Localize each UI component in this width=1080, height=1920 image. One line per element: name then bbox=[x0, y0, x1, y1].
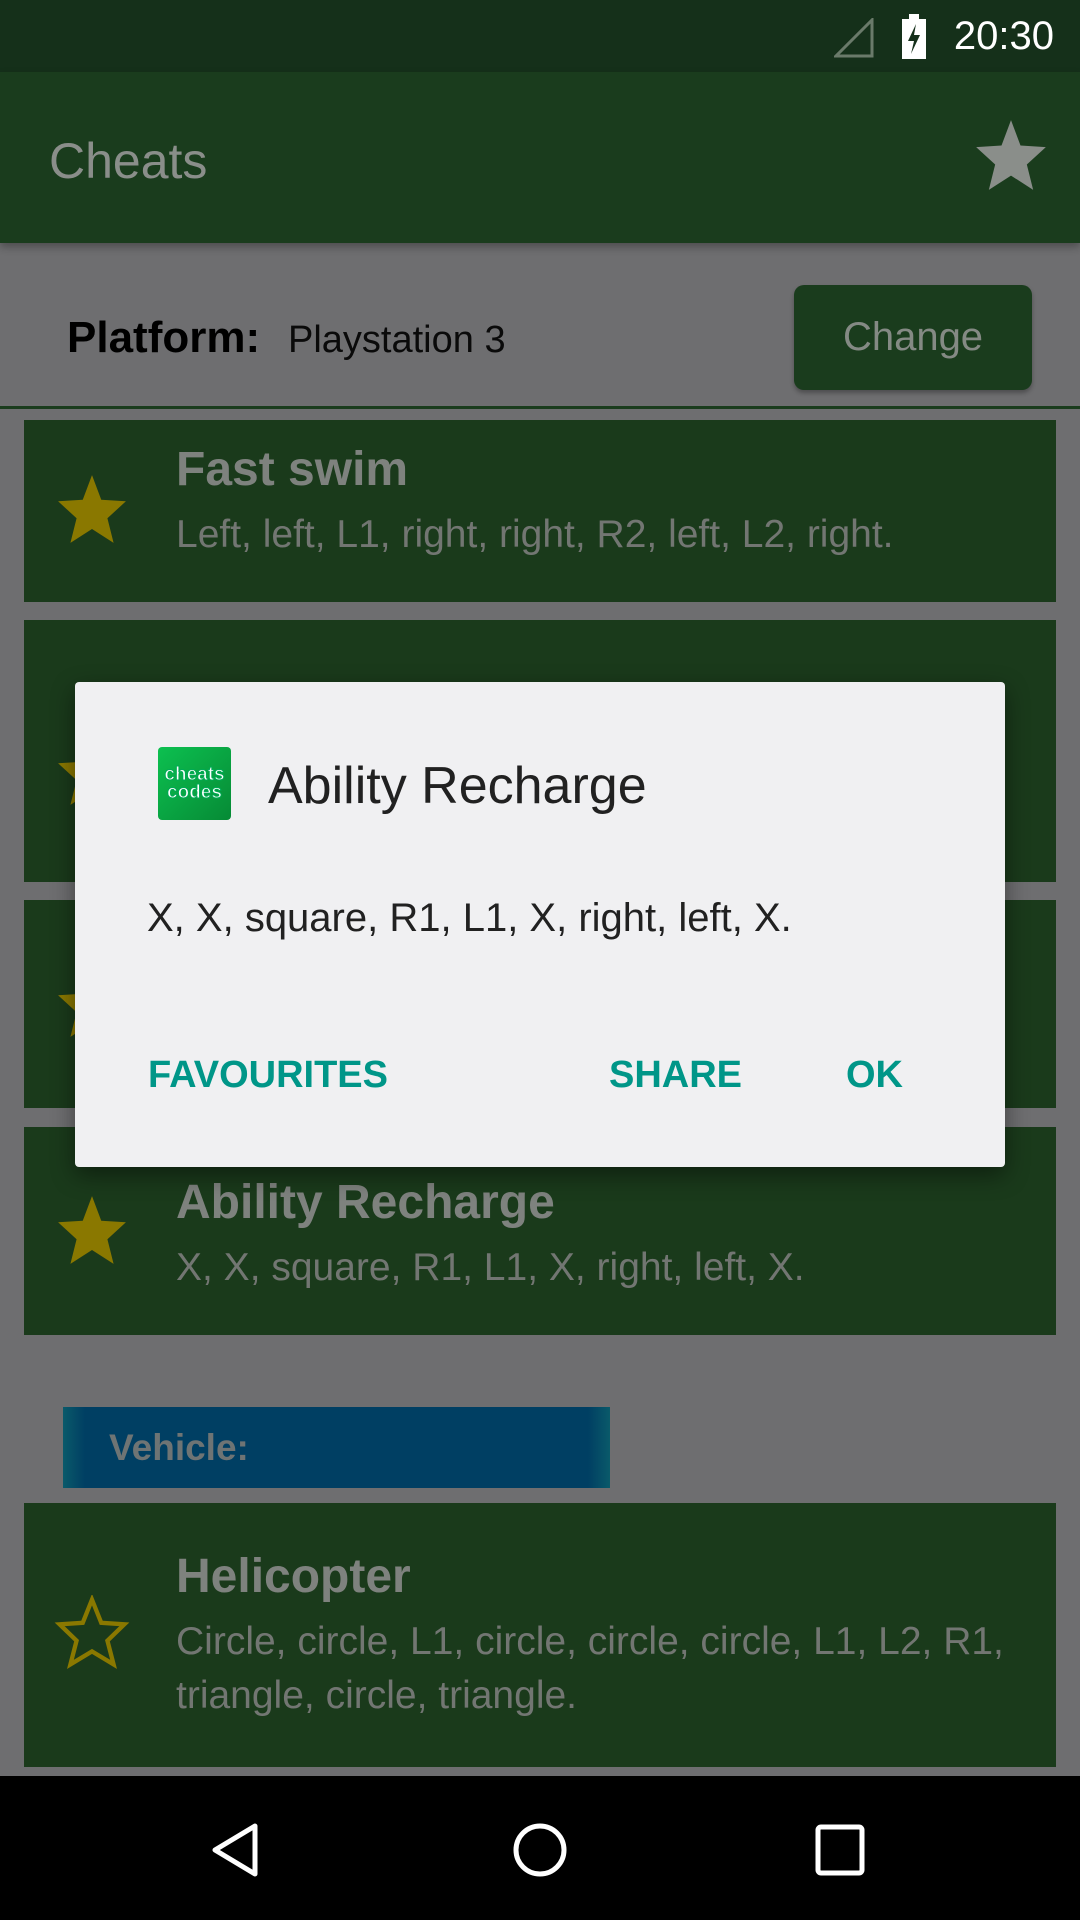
back-icon[interactable] bbox=[205, 1820, 265, 1880]
divider bbox=[0, 406, 1080, 409]
star-outline-icon[interactable] bbox=[54, 1595, 130, 1669]
cheat-description: Circle, circle, L1, circle, circle, circ… bbox=[176, 1620, 1004, 1717]
recents-icon[interactable] bbox=[810, 1820, 870, 1880]
star-icon[interactable] bbox=[972, 117, 1050, 193]
cheat-dialog: cheats codes Ability Recharge X, X, squar… bbox=[75, 682, 1005, 1167]
platform-label: Platform: bbox=[67, 313, 261, 362]
clock: 20:30 bbox=[953, 14, 1054, 58]
star-filled-icon[interactable] bbox=[54, 472, 130, 546]
cheat-title: Helicopter bbox=[176, 1550, 411, 1603]
app-title: Cheats bbox=[49, 133, 208, 189]
change-platform-button[interactable]: Change bbox=[794, 285, 1032, 390]
platform-value: Playstation 3 bbox=[288, 319, 506, 361]
cheat-description: X, X, square, R1, L1, X, right, left, X. bbox=[176, 1246, 805, 1289]
ok-button[interactable]: OK bbox=[846, 1054, 903, 1097]
platform-row: Platform: Playstation 3 Change bbox=[0, 243, 1080, 408]
navigation-bar bbox=[0, 1776, 1080, 1920]
section-header-vehicle: Vehicle: bbox=[63, 1407, 610, 1488]
status-bar: 20:30 bbox=[0, 0, 1080, 72]
cheat-card[interactable]: Fast swim Left, left, L1, right, right, … bbox=[24, 420, 1056, 602]
cheat-title: Fast swim bbox=[176, 443, 409, 496]
cheat-card[interactable]: Helicopter Circle, circle, L1, circle, c… bbox=[24, 1503, 1056, 1767]
star-filled-icon[interactable] bbox=[54, 1193, 130, 1267]
app-bar: Cheats bbox=[0, 72, 1080, 243]
signal-icon bbox=[834, 18, 874, 58]
share-button[interactable]: SHARE bbox=[609, 1054, 742, 1097]
home-icon[interactable] bbox=[510, 1820, 570, 1880]
app-logo: cheats codes bbox=[158, 747, 231, 820]
dialog-title: Ability Recharge bbox=[268, 757, 647, 815]
section-title: Vehicle: bbox=[109, 1427, 249, 1468]
favourites-button[interactable]: FAVOURITES bbox=[148, 1054, 388, 1097]
dialog-body: X, X, square, R1, L1, X, right, left, X. bbox=[147, 896, 792, 940]
battery-charging-icon bbox=[902, 14, 926, 59]
cheat-description: Left, left, L1, right, right, R2, left, … bbox=[176, 513, 894, 556]
cheat-title: Ability Recharge bbox=[176, 1176, 555, 1229]
